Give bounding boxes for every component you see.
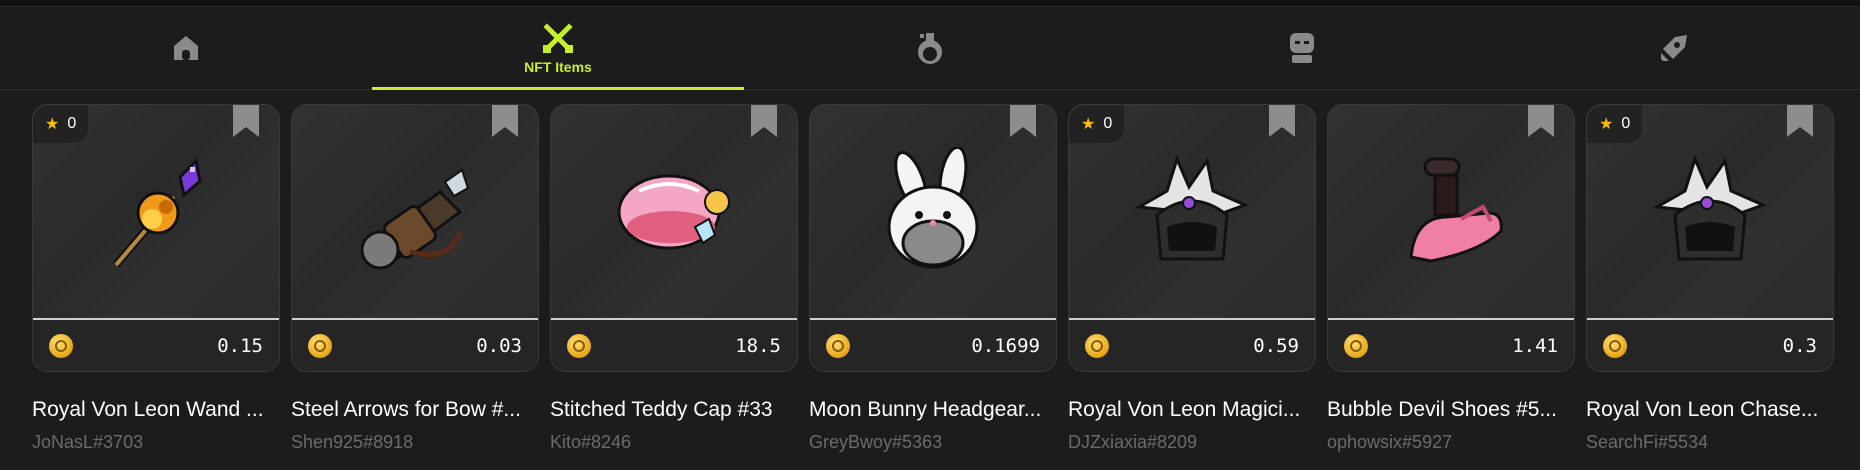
item-preview-box[interactable]: 18.5 [550,104,798,372]
item-owner[interactable]: DJZxiaxia#8209 [1068,432,1314,453]
item-name[interactable]: Moon Bunny Headgear... [809,398,1059,422]
item-owner[interactable]: GreyBwoy#5363 [809,432,1055,453]
item-name[interactable]: Royal Von Leon Magici... [1068,398,1318,422]
price-row: 18.5 [551,320,797,371]
item-price: 1.41 [1512,334,1558,357]
nft-item-card[interactable]: ★ 0 0.59 Royal Von Leon Magici... DJZxia… [1068,104,1316,453]
price-row: 0.03 [292,320,538,371]
bookmark-icon[interactable] [1787,105,1813,137]
active-tab-indicator [372,87,744,90]
price-row: 0.3 [1587,320,1833,371]
price-row: 0.15 [33,320,279,371]
item-owner[interactable]: Kito#8246 [550,432,796,453]
crossed-swords-icon [541,21,575,55]
category-tabs: NFT Items [0,6,1860,90]
tab-characters[interactable] [1116,6,1488,89]
item-name[interactable]: Royal Von Leon Chase... [1586,398,1836,422]
item-price: 0.15 [217,334,263,357]
price-row: 0.1699 [810,320,1056,371]
price-row: 1.41 [1328,320,1574,371]
bookmark-icon[interactable] [233,105,259,137]
coin-icon [567,333,591,358]
bookmark-icon[interactable] [751,105,777,137]
item-preview-box[interactable]: 1.41 [1327,104,1575,372]
favorite-count: 0 [1103,115,1113,132]
potion-icon [914,31,946,65]
item-name[interactable]: Bubble Devil Shoes #5... [1327,398,1577,422]
bookmark-icon[interactable] [1528,105,1554,137]
item-owner[interactable]: Shen925#8918 [291,432,537,453]
item-preview-box[interactable]: ★ 0 0.15 [32,104,280,372]
favorite-count-badge: ★ 0 [1587,105,1643,143]
coin-icon [826,333,850,358]
price-row: 0.59 [1069,320,1315,371]
tab-potions[interactable] [744,6,1116,89]
nft-item-card[interactable]: ★ 0 0.15 Royal Von Leon Wand ... JoNasL#… [32,104,280,453]
tab-home[interactable] [0,6,372,89]
favorite-count: 0 [67,115,77,132]
item-price: 0.3 [1782,334,1817,357]
item-name[interactable]: Steel Arrows for Bow #... [291,398,541,422]
item-price: 0.1699 [971,334,1040,357]
nft-item-card[interactable]: 18.5 Stitched Teddy Cap #33 Kito#8246 [550,104,798,453]
nft-item-card[interactable]: 0.1699 Moon Bunny Headgear... GreyBwoy#5… [809,104,1057,453]
item-name[interactable]: Royal Von Leon Wand ... [32,398,282,422]
favorite-count: 0 [1621,115,1631,132]
item-price: 0.59 [1253,334,1299,357]
item-preview-box[interactable]: 0.03 [291,104,539,372]
tab-other[interactable] [1488,6,1860,89]
item-price: 0.03 [476,334,522,357]
bookmark-icon[interactable] [1010,105,1036,137]
nft-item-card[interactable]: ★ 0 0.3 Royal Von Leon Chase... SearchFi… [1586,104,1834,453]
coin-icon [1344,333,1368,358]
item-preview-box[interactable]: 0.1699 [809,104,1057,372]
item-owner[interactable]: ophowsix#5927 [1327,432,1573,453]
coin-icon [308,333,332,358]
star-icon: ★ [45,116,60,133]
nft-item-grid: ★ 0 0.15 Royal Von Leon Wand ... JoNasL#… [32,104,1860,470]
favorite-count-badge: ★ 0 [1069,105,1125,143]
nft-item-card[interactable]: 1.41 Bubble Devil Shoes #5... ophowsix#5… [1327,104,1575,453]
home-icon [171,33,201,63]
item-preview-box[interactable]: ★ 0 0.59 [1068,104,1316,372]
coin-icon [1603,333,1627,358]
item-owner[interactable]: JoNasL#3703 [32,432,278,453]
nft-item-card[interactable]: 0.03 Steel Arrows for Bow #... Shen925#8… [291,104,539,453]
item-name[interactable]: Stitched Teddy Cap #33 [550,398,800,422]
tab-nft-items[interactable]: NFT Items [372,6,744,90]
bookmark-icon[interactable] [492,105,518,137]
rocket-icon [1657,31,1691,65]
item-owner[interactable]: SearchFi#5534 [1586,432,1832,453]
star-icon: ★ [1081,116,1096,133]
coin-icon [49,333,73,358]
favorite-count-badge: ★ 0 [33,105,89,143]
coin-icon [1085,333,1109,358]
item-price: 18.5 [735,334,781,357]
tab-label: NFT Items [524,58,592,75]
item-preview-box[interactable]: ★ 0 0.3 [1586,104,1834,372]
character-icon [1286,31,1318,65]
bookmark-icon[interactable] [1269,105,1295,137]
star-icon: ★ [1599,116,1614,133]
